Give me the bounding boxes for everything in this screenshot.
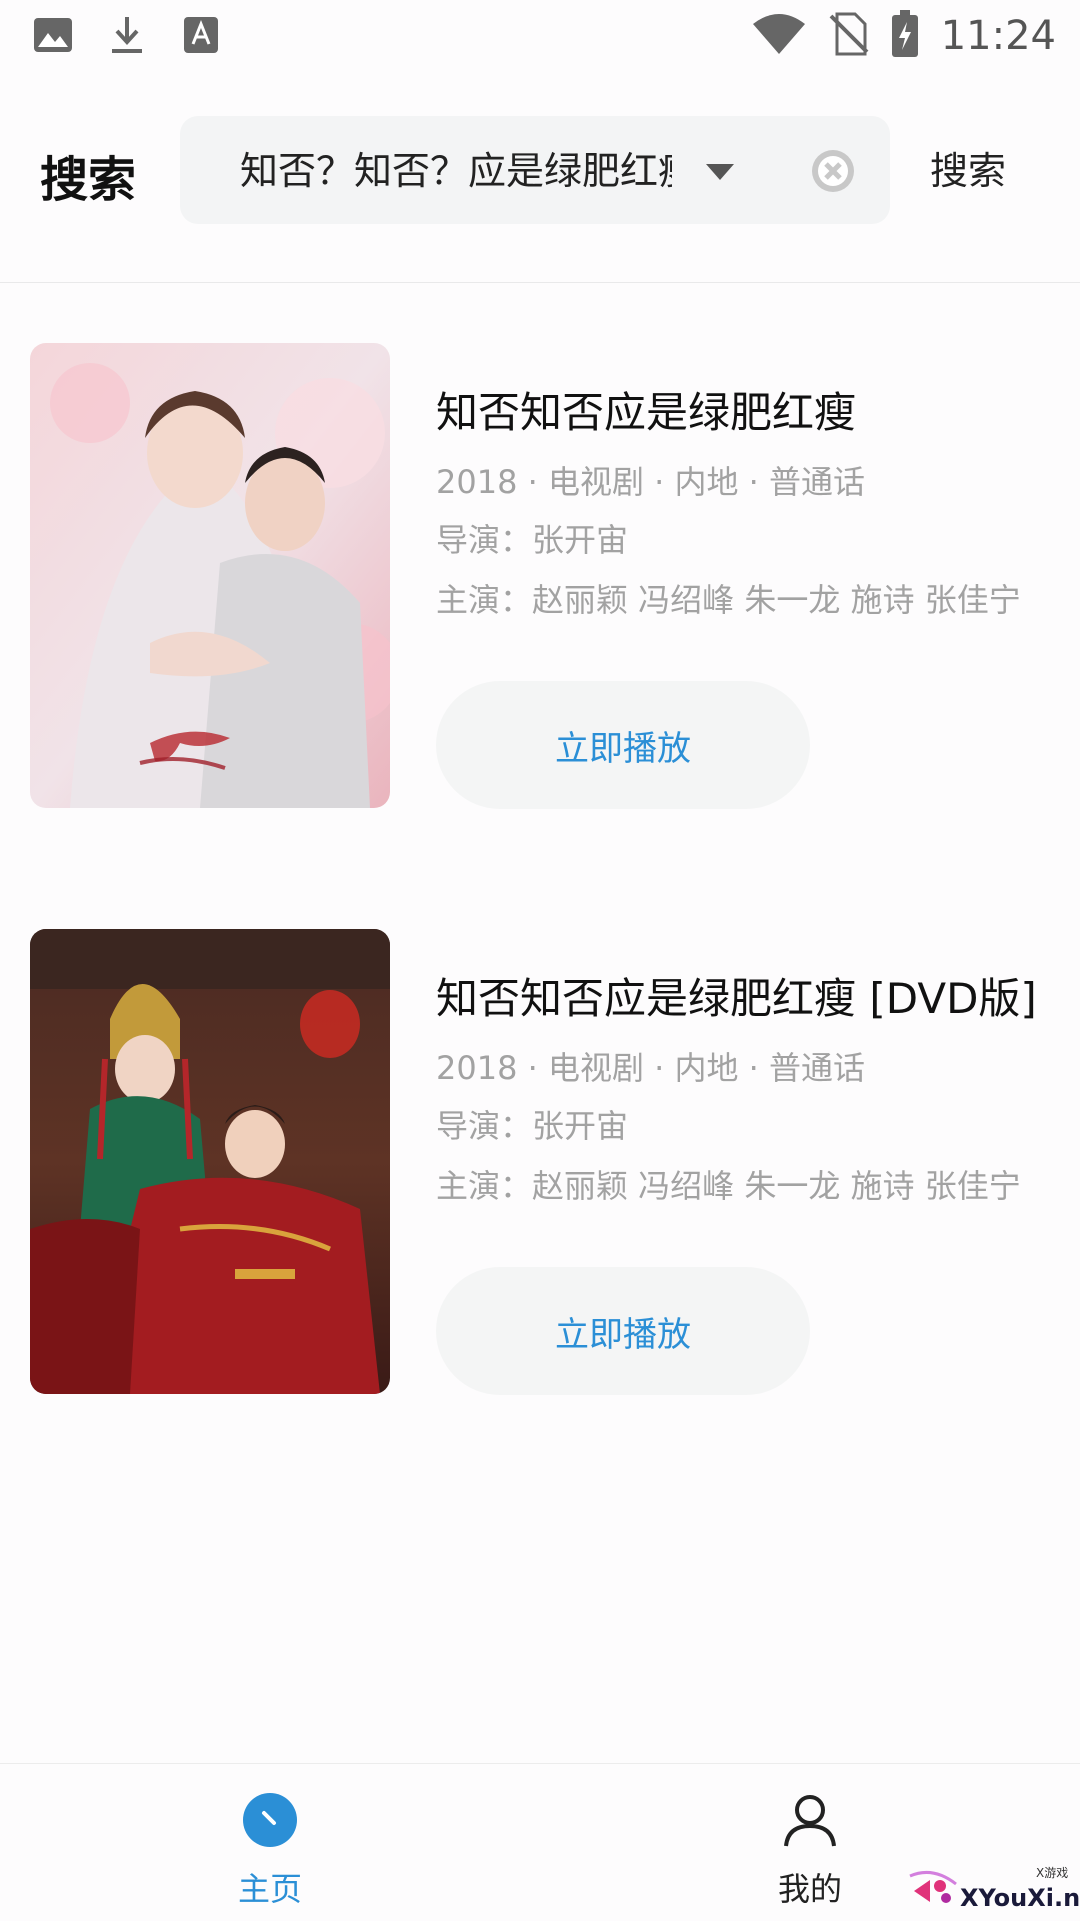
wifi-icon — [751, 12, 807, 60]
list-item[interactable]: 知否知否应是绿肥红瘦 [DVD版] 2018 · 电视剧 · 内地 · 普通话 … — [0, 929, 1080, 1399]
tab-home-label: 主页 — [237, 1870, 302, 1908]
tab-home[interactable]: 主页 — [170, 1764, 370, 1921]
item-cast: 主演：赵丽颖 冯绍峰 朱一龙 施诗 张佳宁 — [436, 581, 1021, 619]
status-time: 11:24 — [940, 13, 1056, 59]
play-button[interactable]: 立即播放 — [436, 681, 810, 809]
list-item[interactable]: 知否知否应是绿肥红瘦 2018 · 电视剧 · 内地 · 普通话 导演：张开宙 … — [0, 343, 1080, 813]
item-meta: 2018 · 电视剧 · 内地 · 普通话 — [436, 463, 865, 501]
image-icon — [32, 14, 74, 56]
item-meta: 2018 · 电视剧 · 内地 · 普通话 — [436, 1049, 865, 1087]
poster-image[interactable] — [30, 929, 390, 1394]
item-director: 导演：张开宙 — [436, 1107, 629, 1145]
search-input[interactable]: 知否？知否？应是绿肥红瘦 — [180, 116, 890, 224]
watermark-logo: X游戏 XYouXi.net — [908, 1862, 1080, 1920]
search-button[interactable]: 搜索 — [930, 140, 1006, 195]
watermark-small-text: X游戏 — [1036, 1866, 1069, 1880]
item-title[interactable]: 知否知否应是绿肥红瘦 [DVD版] — [436, 965, 1037, 1026]
clear-icon[interactable] — [810, 148, 856, 194]
play-button[interactable]: 立即播放 — [436, 1267, 810, 1395]
search-input-value[interactable]: 知否？知否？应是绿肥红瘦 — [240, 146, 672, 196]
page-title: 搜索 — [40, 152, 137, 208]
poster-image[interactable] — [30, 343, 390, 808]
text-icon — [180, 14, 222, 56]
user-icon — [782, 1792, 838, 1848]
status-bar: 11:24 — [0, 0, 1080, 72]
item-cast: 主演：赵丽颖 冯绍峰 朱一龙 施诗 张佳宁 — [436, 1167, 1021, 1205]
home-icon — [242, 1792, 298, 1848]
item-director: 导演：张开宙 — [436, 521, 629, 559]
search-header: 搜索 知否？知否？应是绿肥红瘦 搜索 — [0, 110, 1080, 226]
item-title[interactable]: 知否知否应是绿肥红瘦 — [436, 379, 856, 440]
tab-mine[interactable]: 我的 — [710, 1764, 910, 1921]
download-icon — [106, 14, 148, 56]
no-sim-icon — [829, 12, 869, 60]
dropdown-icon[interactable] — [700, 156, 740, 186]
divider — [0, 282, 1080, 283]
tab-mine-label: 我的 — [777, 1870, 842, 1908]
battery-charging-icon — [891, 10, 919, 62]
watermark-text: XYouXi.net — [960, 1884, 1080, 1912]
